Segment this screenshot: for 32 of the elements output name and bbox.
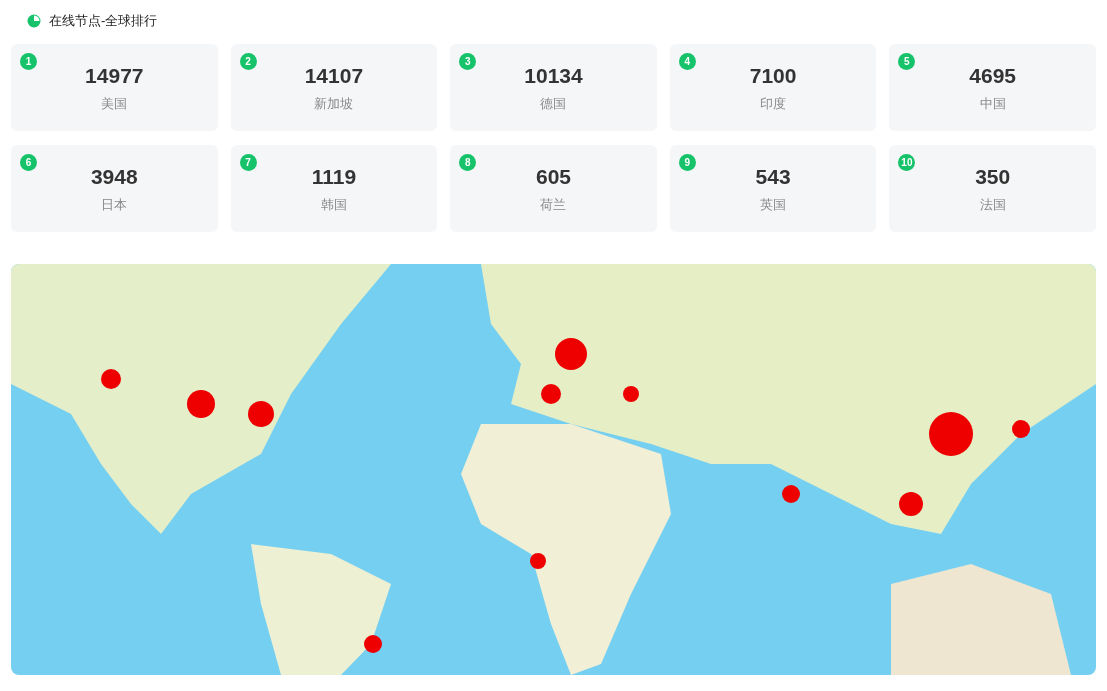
node-count: 10134: [524, 62, 583, 89]
rank-badge: 6: [20, 154, 37, 171]
country-label: 中国: [979, 94, 1006, 113]
rank-badge: 8: [459, 154, 477, 171]
node-count: 14977: [85, 62, 144, 89]
node-count: 350: [975, 163, 1011, 190]
rank-badge: 2: [239, 53, 257, 70]
node-count: 14107: [304, 62, 364, 89]
country-label: 印度: [760, 94, 787, 113]
node-count: 7100: [749, 62, 797, 89]
node-count: 1119: [311, 163, 357, 190]
country-label: 韩国: [320, 195, 347, 214]
country-label: 荷兰: [540, 195, 567, 214]
country-label: 日本: [101, 195, 128, 214]
rank-badge: 4: [678, 53, 696, 70]
node-count: 3948: [90, 163, 138, 190]
country-label: 德国: [540, 94, 567, 113]
rank-badge: 9: [678, 154, 696, 171]
rank-badge: 5: [898, 53, 916, 70]
section-title: 在线节点-全球排行: [49, 12, 158, 31]
country-label: 英国: [760, 195, 787, 214]
node-count: 543: [755, 163, 791, 190]
country-label: 美国: [101, 94, 128, 113]
rank-badge: 3: [459, 53, 477, 70]
pie-chart-icon: [27, 14, 41, 28]
rank-badge: 7: [239, 154, 257, 171]
rank-badge: 1: [20, 53, 37, 70]
country-label: 新加坡: [314, 94, 354, 113]
rank-badge: 10: [898, 154, 916, 171]
country-label: 法国: [979, 195, 1006, 214]
node-count: 605: [535, 163, 571, 190]
node-count: 4695: [969, 62, 1017, 89]
